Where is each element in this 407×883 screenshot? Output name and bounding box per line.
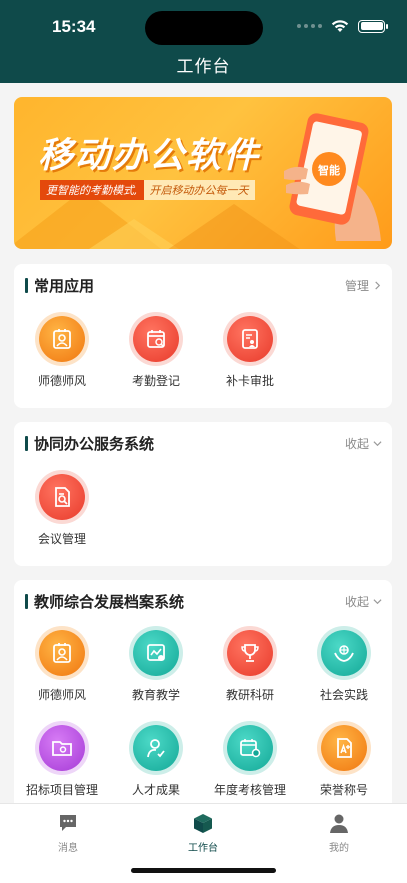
section-common-apps: 常用应用 管理 师德师风 考勤登记 补卡审批 xyxy=(14,264,392,408)
phone-hand-illustration: 智能 xyxy=(284,113,381,241)
tab-label: 工作台 xyxy=(188,843,218,854)
app-label: 人才成果 xyxy=(131,783,180,797)
chevron-down-icon xyxy=(373,441,382,447)
app-label: 补卡审批 xyxy=(225,374,274,388)
app-shidefengshi[interactable]: 师德师风 xyxy=(16,316,108,389)
battery-icon xyxy=(358,19,388,33)
tab-messages[interactable]: 消息 xyxy=(23,812,113,854)
section-accent-bar xyxy=(25,436,28,451)
certificate-icon xyxy=(321,725,367,771)
wifi-icon xyxy=(331,20,349,32)
app-social-practice[interactable]: 社会实践 xyxy=(298,630,390,703)
hands-globe-icon xyxy=(321,630,367,676)
document-search-icon xyxy=(39,474,85,520)
user-icon xyxy=(330,814,348,833)
app-label: 师德师风 xyxy=(37,688,86,702)
collapse-button[interactable]: 收起 xyxy=(345,435,382,452)
chevron-right-icon xyxy=(375,281,381,290)
calendar-check-icon xyxy=(133,316,179,362)
banner-subtitle-left: 更智能的考勤模式, xyxy=(40,180,144,200)
manage-label: 管理 xyxy=(344,279,369,293)
app-buka-approval[interactable]: 补卡审批 xyxy=(204,316,296,389)
message-icon xyxy=(60,815,76,831)
section-header: 协同办公服务系统 收起 xyxy=(14,422,392,462)
trophy-icon xyxy=(227,630,273,676)
app-header: 15:34 工作台 xyxy=(0,0,407,83)
collapse-button[interactable]: 收起 xyxy=(345,593,382,610)
app-talent-achievements[interactable]: 人才成果 xyxy=(110,725,202,798)
section-accent-bar xyxy=(25,278,28,293)
app-label: 会议管理 xyxy=(37,532,86,546)
app-honorary-title[interactable]: 荣誉称号 xyxy=(298,725,390,798)
app-meeting-management[interactable]: 会议管理 xyxy=(16,474,108,547)
section-title: 教师综合发展档案系统 xyxy=(34,593,185,611)
tab-profile[interactable]: 我的 xyxy=(294,812,384,854)
manage-button[interactable]: 管理 xyxy=(345,277,382,294)
section-teacher-archive: 教师综合发展档案系统 收起 师德师风 教育教学 教研科研 社会实践 招标项目管理 xyxy=(14,580,392,820)
document-user-icon xyxy=(227,316,273,362)
banner-subtitle: 更智能的考勤模式, 开启移动办公每一天 xyxy=(40,180,255,200)
cube-icon xyxy=(194,814,212,833)
signal-dots-icon xyxy=(297,24,322,28)
app-label: 荣誉称号 xyxy=(319,783,368,797)
banner-subtitle-right: 开启移动办公每一天 xyxy=(143,180,255,200)
banner-title: 移动办公软件 xyxy=(38,136,261,176)
section-title: 协同办公服务系统 xyxy=(34,435,155,453)
status-time: 15:34 xyxy=(52,17,96,36)
chart-board-icon xyxy=(133,630,179,676)
app-label: 社会实践 xyxy=(319,688,368,702)
app-label: 师德师风 xyxy=(37,374,86,388)
app-label: 年度考核管理 xyxy=(213,783,286,797)
section-header: 常用应用 管理 xyxy=(14,264,392,304)
app-label: 教育教学 xyxy=(131,688,180,702)
app-education-teaching[interactable]: 教育教学 xyxy=(110,630,202,703)
app-bidding-project[interactable]: 招标项目管理 xyxy=(16,725,108,798)
portrait-frame-icon xyxy=(39,630,85,676)
section-accent-bar xyxy=(25,594,28,609)
promo-banner[interactable]: 移动办公软件 更智能的考勤模式, 开启移动办公每一天 智能 xyxy=(14,97,392,249)
section-header: 教师综合发展档案系统 收起 xyxy=(14,580,392,620)
app-teaching-research[interactable]: 教研科研 xyxy=(204,630,296,703)
collapse-label: 收起 xyxy=(344,595,369,609)
chevron-down-icon xyxy=(373,599,382,605)
portrait-frame-icon xyxy=(39,316,85,362)
home-indicator xyxy=(131,868,276,873)
collapse-label: 收起 xyxy=(344,437,369,451)
section-title: 常用应用 xyxy=(34,277,95,295)
tab-label: 消息 xyxy=(58,843,78,854)
app-shidefengshi[interactable]: 师德师风 xyxy=(16,630,108,703)
app-label: 考勤登记 xyxy=(131,374,180,388)
section-collab-office: 协同办公服务系统 收起 会议管理 xyxy=(14,422,392,566)
status-icons xyxy=(297,19,388,33)
phone-badge-text: 智能 xyxy=(318,163,340,177)
app-label: 招标项目管理 xyxy=(25,783,98,797)
dynamic-island xyxy=(145,11,263,45)
app-attendance[interactable]: 考勤登记 xyxy=(110,316,202,389)
tab-label: 我的 xyxy=(329,843,349,854)
app-label: 教研科研 xyxy=(225,688,274,702)
calendar-gear-icon xyxy=(227,725,273,771)
app-annual-assessment[interactable]: 年度考核管理 xyxy=(204,725,296,798)
page-title: 工作台 xyxy=(176,57,231,77)
tab-workbench[interactable]: 工作台 xyxy=(158,812,248,854)
person-check-icon xyxy=(133,725,179,771)
folder-gear-icon xyxy=(39,725,85,771)
